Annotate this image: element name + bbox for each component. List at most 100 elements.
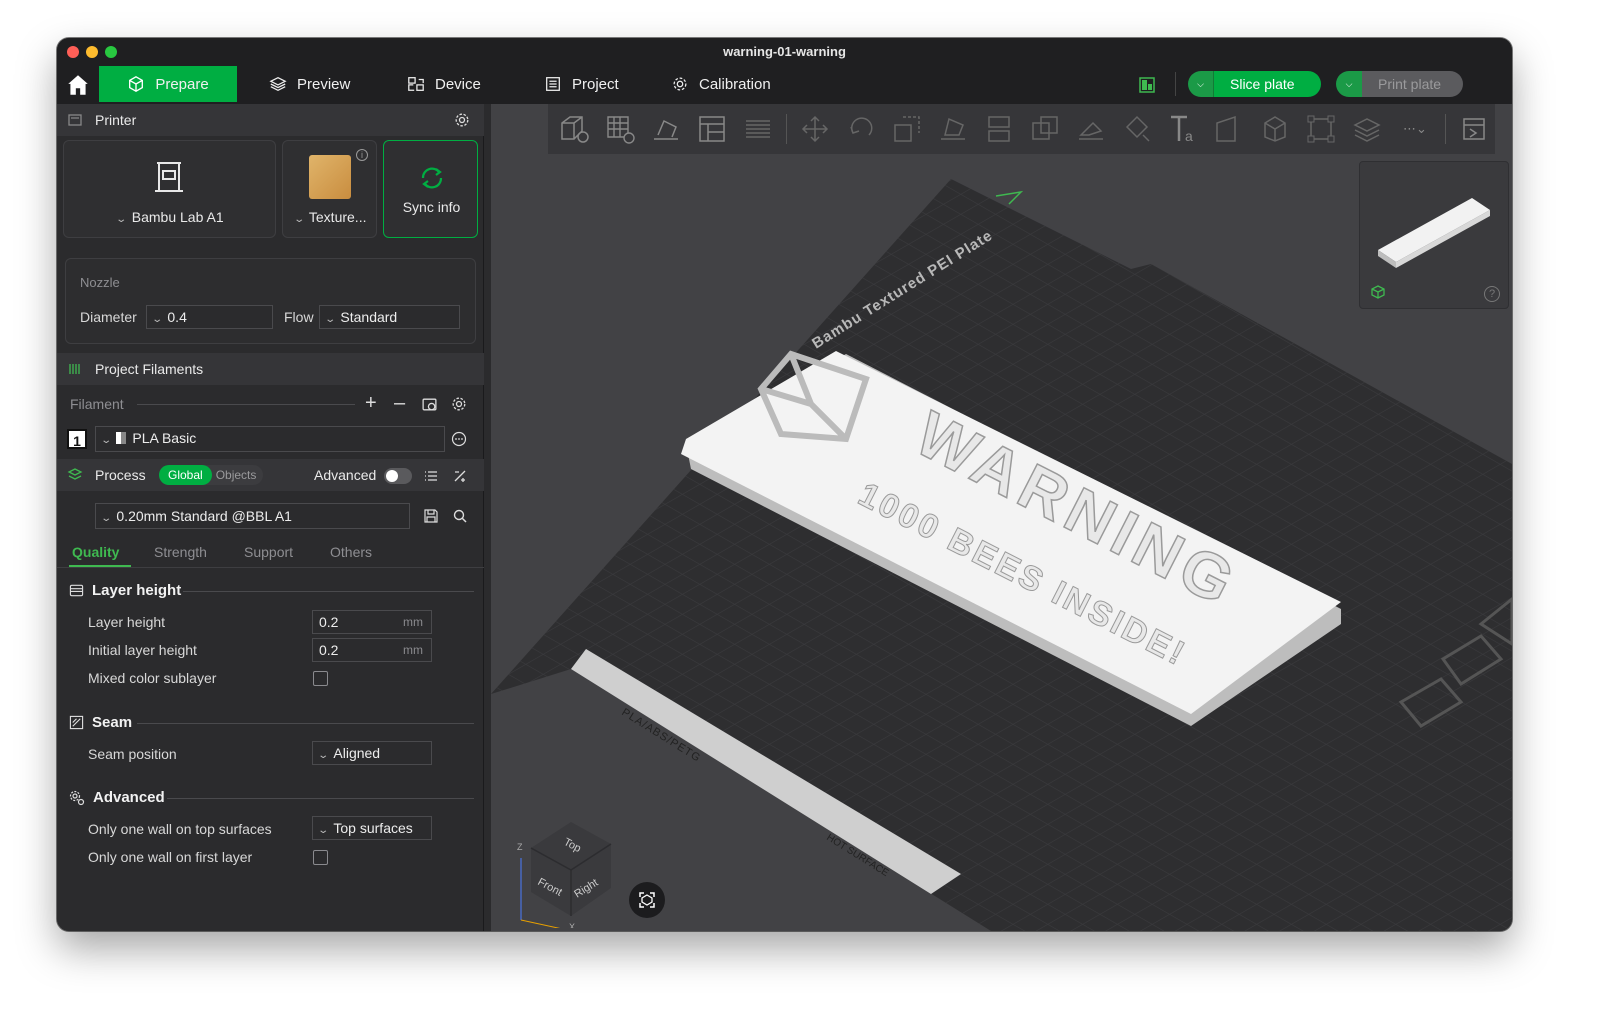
info-icon[interactable]: i — [356, 149, 368, 161]
advanced-toggle[interactable] — [384, 468, 412, 484]
one-wall-first-checkbox[interactable] — [313, 850, 328, 865]
print-dropdown-button[interactable]: ⌵ — [1336, 71, 1362, 97]
cube-outline-icon — [129, 76, 144, 92]
scale-icon[interactable] — [889, 111, 925, 147]
plate-type-select: ⌄ Texture... — [283, 209, 378, 225]
compare-icon[interactable] — [452, 468, 468, 484]
slice-plate-button[interactable]: Slice plate — [1214, 71, 1321, 97]
gear-icon — [673, 77, 687, 91]
color-paint-icon[interactable] — [1119, 111, 1155, 147]
x-axis-label: X — [569, 922, 575, 928]
filament-row: 1 ⌄ PLA Basic — [67, 426, 477, 452]
filament-select[interactable]: ⌄ PLA Basic — [95, 426, 445, 452]
printer-model-card[interactable]: ⌄ Bambu Lab A1 — [63, 140, 276, 238]
tab-calibration[interactable]: Calibration — [651, 66, 791, 102]
device-icon — [408, 77, 424, 91]
mixed-color-sublayer-checkbox[interactable] — [313, 671, 328, 686]
sync-info-card[interactable]: Sync info — [383, 140, 478, 238]
scope-objects-option[interactable]: Objects — [212, 465, 264, 485]
lay-on-face-icon[interactable] — [935, 111, 971, 147]
fit-view-icon — [639, 892, 655, 908]
chevron-down-icon: ⌄ — [324, 314, 337, 325]
text-tool-icon[interactable]: a — [1165, 111, 1201, 147]
remove-filament-icon[interactable]: – — [394, 393, 405, 413]
filament-sync-icon[interactable] — [421, 396, 438, 413]
layout-toggle-icon[interactable] — [1139, 77, 1155, 93]
add-plate-icon[interactable] — [602, 111, 638, 147]
more-options-icon[interactable] — [451, 431, 467, 447]
tab-project[interactable]: Project — [524, 66, 639, 102]
more-tools-icon[interactable]: ⋯⌄ — [1395, 111, 1435, 147]
filaments-section-title: Project Filaments — [95, 361, 204, 377]
seam-position-select[interactable]: ⌄ Aligned — [312, 741, 432, 765]
split-layers-icon[interactable] — [740, 111, 776, 147]
move-icon[interactable] — [797, 111, 833, 147]
slice-dropdown-button[interactable]: ⌵ — [1188, 71, 1214, 97]
layers-icon — [269, 76, 287, 92]
save-preset-icon[interactable] — [423, 508, 439, 524]
add-object-icon[interactable] — [556, 111, 592, 147]
close-window-button[interactable] — [67, 46, 79, 58]
variable-layer-icon[interactable] — [1349, 111, 1385, 147]
textured-plate-thumbnail — [309, 155, 351, 199]
scope-global-option[interactable]: Global — [159, 465, 212, 485]
app-window: warning-01-warning Prepare Preview Devic… — [57, 38, 1512, 931]
tab-prepare-label: Prepare — [155, 75, 209, 93]
home-icon[interactable] — [65, 72, 91, 98]
layer-height-label: Layer height — [88, 614, 166, 630]
one-wall-top-select[interactable]: ⌄ Top surfaces — [312, 816, 432, 840]
plate-thumbnail-panel[interactable]: ? — [1359, 161, 1509, 309]
seam-group-title: Seam — [69, 714, 132, 731]
subtab-quality[interactable]: Quality — [72, 544, 119, 560]
assembly-icon[interactable] — [1257, 111, 1293, 147]
one-wall-top-value: Top surfaces — [333, 820, 413, 836]
nozzle-card: Nozzle Diameter ⌄ 0.4 Flow ⌄ Standard — [65, 258, 476, 344]
3d-viewport[interactable]: PLA/ABS/PETG HOT SURFACE Bambu Textured … — [491, 104, 1512, 931]
subtab-strength[interactable]: Strength — [154, 544, 207, 560]
process-preset-select[interactable]: ⌄ 0.20mm Standard @BBL A1 — [95, 503, 410, 529]
diameter-select[interactable]: ⌄ 0.4 — [146, 305, 273, 329]
filament-column-label: Filament — [70, 396, 124, 412]
view-toggle-icon[interactable] — [1456, 111, 1492, 147]
seam-divider — [137, 723, 474, 724]
layer-height-divider — [183, 591, 474, 592]
help-icon[interactable]: ? — [1484, 286, 1500, 302]
minimize-window-button[interactable] — [86, 46, 98, 58]
plate-type-card[interactable]: i ⌄ Texture... — [282, 140, 377, 238]
settings-sidebar: Printer ⌄ Bambu Lab A1 i ⌄ Texture... Sync… — [57, 104, 484, 931]
cube-view-icon[interactable] — [1370, 284, 1386, 300]
filament-settings-gear-icon[interactable] — [451, 396, 467, 412]
print-plate-button[interactable]: Print plate — [1362, 71, 1464, 97]
chevron-down-icon: ⌵ — [1345, 78, 1353, 89]
fit-view-button[interactable] — [629, 882, 665, 918]
tab-prepare[interactable]: Prepare — [99, 66, 237, 102]
zoom-window-button[interactable] — [105, 46, 117, 58]
rotate-icon[interactable] — [843, 111, 879, 147]
list-icon[interactable] — [423, 468, 439, 484]
filaments-section-header: Project Filaments — [57, 353, 484, 385]
toolbar-divider — [786, 114, 787, 144]
boolean-icon[interactable] — [1027, 111, 1063, 147]
filament-name: PLA Basic — [132, 430, 197, 446]
view-cube[interactable]: Top Front Right Z X — [501, 808, 621, 928]
subtab-others[interactable]: Others — [330, 544, 372, 560]
add-filament-icon[interactable]: + — [365, 393, 377, 413]
support-paint-icon[interactable] — [1073, 111, 1109, 147]
tab-device[interactable]: Device — [387, 66, 501, 102]
flow-select[interactable]: ⌄ Standard — [319, 305, 460, 329]
measure-icon[interactable] — [1211, 111, 1247, 147]
layer-height-input[interactable]: 0.2 mm — [312, 610, 432, 634]
subtab-support[interactable]: Support — [244, 544, 293, 560]
search-icon[interactable] — [452, 508, 468, 524]
cut-icon[interactable] — [981, 111, 1017, 147]
printer-settings-gear-icon[interactable] — [454, 112, 470, 128]
initial-layer-height-input[interactable]: 0.2 mm — [312, 638, 432, 662]
filament-icon — [69, 364, 80, 374]
title-bar: warning-01-warning — [57, 38, 1512, 66]
advanced-group-title: Advanced — [69, 789, 165, 806]
auto-orient-icon[interactable] — [648, 111, 684, 147]
one-wall-first-label: Only one wall on first layer — [88, 849, 253, 865]
tab-preview[interactable]: Preview — [249, 66, 370, 102]
arrange-icon[interactable] — [694, 111, 730, 147]
bounding-box-icon[interactable] — [1303, 111, 1339, 147]
